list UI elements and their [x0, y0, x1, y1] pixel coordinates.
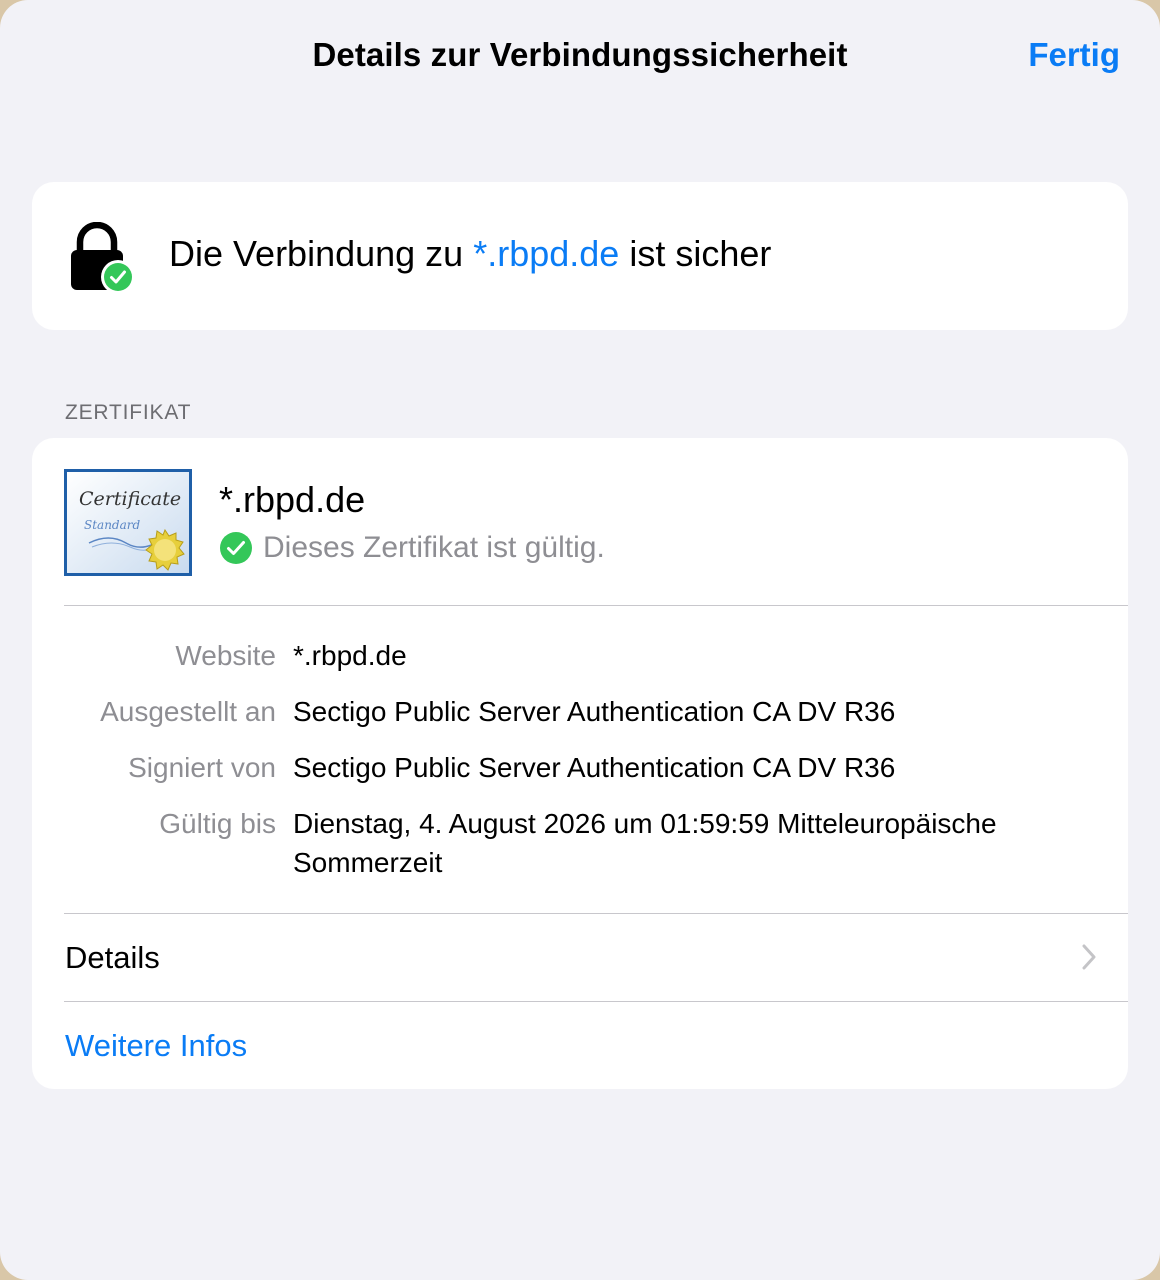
certificate-section-header: ZERTIFIKAT — [65, 401, 192, 424]
divider — [64, 1001, 1128, 1002]
field-value-valid-until: Dienstag, 4. August 2026 um 01:59:59 Mit… — [293, 808, 997, 878]
certificate-valid-text: Dieses Zertifikat ist gültig. — [263, 531, 605, 564]
certificate-thumb-title: Certificate — [79, 488, 181, 510]
done-button[interactable]: Fertig — [1028, 36, 1120, 74]
checkmark-circle-icon — [220, 532, 252, 564]
field-label-valid-until: Gültig bis — [159, 808, 276, 839]
details-row[interactable]: Details — [32, 914, 1128, 1001]
divider — [64, 605, 1128, 606]
connection-security-sheet: Details zur Verbindungssicherheit Fertig… — [0, 0, 1160, 1280]
status-domain-link[interactable]: *.rbpd.de — [473, 233, 619, 274]
chevron-right-icon — [1082, 944, 1096, 970]
certificate-icon: Certificate Standard — [64, 469, 192, 576]
field-value-signed-by: Sectigo Public Server Authentication CA … — [293, 752, 896, 783]
connection-status-text: Die Verbindung zu *.rbpd.de ist sicher — [169, 233, 771, 275]
field-label-website: Website — [175, 640, 276, 671]
field-label-signed-by: Signiert von — [128, 752, 276, 783]
field-value-website: *.rbpd.de — [293, 640, 407, 671]
status-suffix: ist sicher — [619, 233, 772, 274]
status-prefix: Die Verbindung zu — [169, 233, 474, 274]
field-value-issued-to: Sectigo Public Server Authentication CA … — [293, 696, 896, 727]
field-label-issued-to: Ausgestellt an — [100, 696, 276, 727]
certificate-thumb-subtitle: Standard — [84, 518, 140, 532]
details-label: Details — [65, 940, 160, 975]
certificate-validity: Dieses Zertifikat ist gültig. — [219, 530, 605, 566]
lock-check-icon — [71, 222, 135, 294]
page-title: Details zur Verbindungssicherheit — [312, 36, 848, 73]
more-info-link[interactable]: Weitere Infos — [65, 1028, 247, 1064]
certificate-name: *.rbpd.de — [219, 479, 366, 520]
